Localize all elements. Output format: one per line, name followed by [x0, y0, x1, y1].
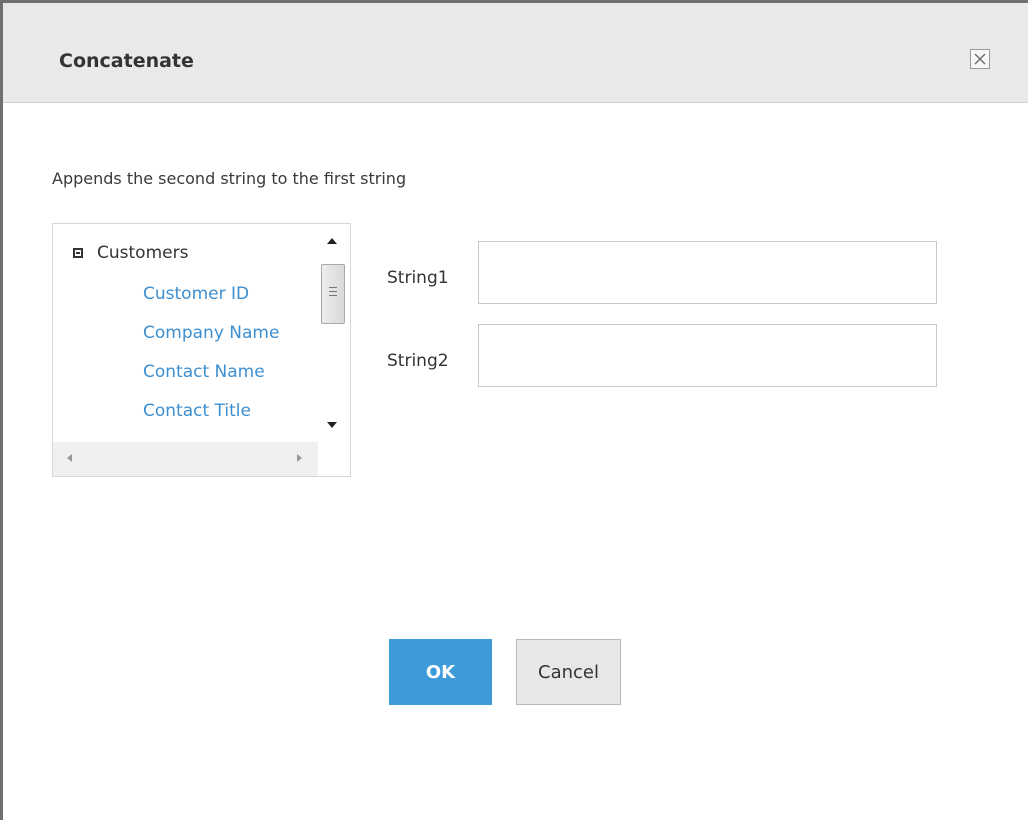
vertical-scrollbar[interactable]: [318, 224, 350, 442]
tree-item-customer-id[interactable]: Customer ID: [143, 284, 249, 304]
dialog-titlebar: Concatenate: [3, 3, 1028, 103]
dialog-description: Appends the second string to the first s…: [52, 169, 407, 188]
vertical-scroll-thumb[interactable]: [321, 264, 345, 324]
horizontal-scrollbar[interactable]: [53, 442, 318, 476]
scroll-up-arrow-icon[interactable]: [327, 238, 337, 244]
ok-button[interactable]: OK: [389, 639, 492, 705]
tree-item-contact-title[interactable]: Contact Title: [143, 401, 251, 421]
tree-root-customers[interactable]: Customers: [73, 243, 188, 263]
dialog-title: Concatenate: [59, 50, 194, 72]
concatenate-dialog: Concatenate Appends the second string to…: [0, 0, 1028, 820]
minus-box-icon[interactable]: [73, 248, 83, 258]
scroll-down-arrow-icon[interactable]: [327, 422, 337, 428]
field-tree-panel[interactable]: Customers Customer ID Company Name Conta…: [52, 223, 351, 477]
string2-label: String2: [387, 351, 449, 371]
tree-item-company-name[interactable]: Company Name: [143, 323, 279, 343]
tree-root-label: Customers: [97, 243, 189, 263]
close-button[interactable]: [970, 49, 990, 69]
scroll-right-arrow-icon[interactable]: [297, 454, 302, 462]
string1-input[interactable]: [478, 241, 937, 304]
tree-item-contact-name[interactable]: Contact Name: [143, 362, 265, 382]
string1-label: String1: [387, 268, 449, 288]
cancel-button[interactable]: Cancel: [516, 639, 621, 705]
scroll-left-arrow-icon[interactable]: [67, 454, 72, 462]
string2-input[interactable]: [478, 324, 937, 387]
close-icon: [974, 53, 986, 65]
